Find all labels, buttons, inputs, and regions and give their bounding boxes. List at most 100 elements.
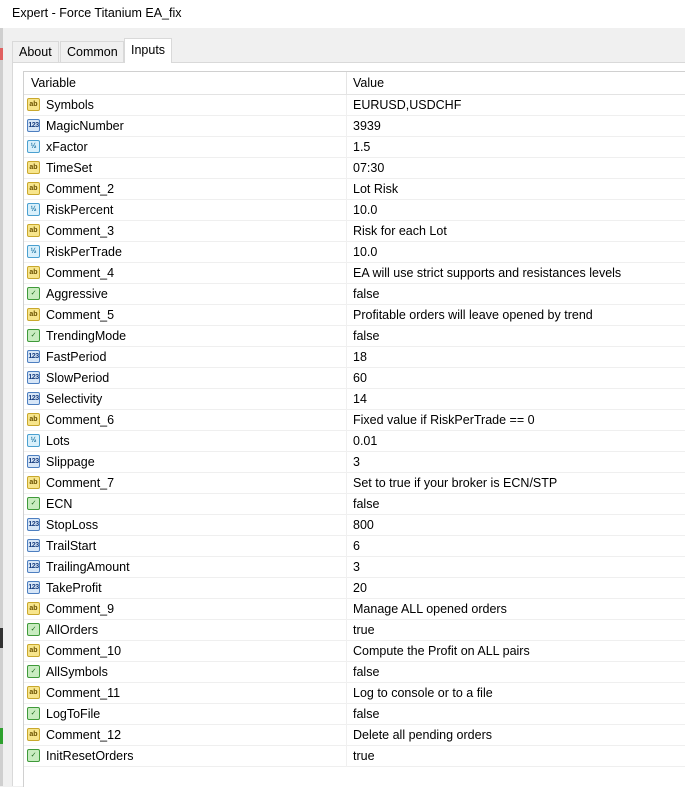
tab-inputs[interactable]: Inputs: [124, 38, 172, 63]
table-row[interactable]: ½ xFactor 1.5: [24, 137, 685, 158]
variable-value[interactable]: EURUSD,USDCHF: [353, 98, 461, 112]
table-row[interactable]: ½ RiskPerTrade 10.0: [24, 242, 685, 263]
table-row[interactable]: 123 StopLoss 800: [24, 515, 685, 536]
variable-value[interactable]: false: [353, 665, 379, 679]
variable-value[interactable]: Lot Risk: [353, 182, 398, 196]
variable-value[interactable]: Log to console or to a file: [353, 686, 493, 700]
edge-mark: [0, 728, 3, 744]
table-row[interactable]: ab Comment_10 Compute the Profit on ALL pa…: [24, 641, 685, 662]
table-row[interactable]: ✓ TrendingMode false: [24, 326, 685, 347]
tab-common[interactable]: Common: [60, 41, 124, 62]
cell-divider: [346, 263, 347, 284]
variable-value[interactable]: 07:30: [353, 161, 384, 175]
table-row[interactable]: ½ Lots 0.01: [24, 431, 685, 452]
variable-name: TrendingMode: [46, 329, 127, 343]
table-row[interactable]: ab Comment_11 Log to console or to a file: [24, 683, 685, 704]
cell-divider: [346, 116, 347, 137]
table-row[interactable]: ab Comment_9 Manage ALL opened orders: [24, 599, 685, 620]
cell-divider: [346, 326, 347, 347]
cell-divider: [346, 431, 347, 452]
variable-value[interactable]: 10.0: [353, 203, 377, 217]
table-row[interactable]: 123 MagicNumber 3939: [24, 116, 685, 137]
bool-type-icon: ✓: [27, 623, 40, 636]
table-row[interactable]: ab TimeSet 07:30: [24, 158, 685, 179]
variable-value[interactable]: 3939: [353, 119, 381, 133]
cell-divider: [346, 557, 347, 578]
table-row[interactable]: ✓ Aggressive false: [24, 284, 685, 305]
string-type-icon: ab: [27, 644, 40, 657]
table-row[interactable]: ½ RiskPercent 10.0: [24, 200, 685, 221]
variable-value[interactable]: 3: [353, 560, 360, 574]
table-row[interactable]: ✓ AllSymbols false: [24, 662, 685, 683]
cell-divider: [346, 221, 347, 242]
variable-value[interactable]: 800: [353, 518, 374, 532]
variable-value[interactable]: Manage ALL opened orders: [353, 602, 507, 616]
variable-name: Comment_2: [46, 182, 115, 196]
table-row[interactable]: 123 SlowPeriod 60: [24, 368, 685, 389]
table-row[interactable]: ab Comment_7 Set to true if your broker is…: [24, 473, 685, 494]
cell-divider: [346, 536, 347, 557]
table-row[interactable]: ✓ ECN false: [24, 494, 685, 515]
variable-name: Comment_12: [46, 728, 122, 742]
cell-divider: [346, 746, 347, 767]
table-row[interactable]: ab Comment_4 EA will use strict supports a…: [24, 263, 685, 284]
table-row[interactable]: ✓ InitResetOrders true: [24, 746, 685, 767]
header-variable[interactable]: Variable: [31, 76, 76, 90]
variable-value[interactable]: false: [353, 497, 379, 511]
table-row[interactable]: ✓ AllOrders true: [24, 620, 685, 641]
table-row[interactable]: ab Comment_6 Fixed value if RiskPerTrade =…: [24, 410, 685, 431]
string-type-icon: ab: [27, 161, 40, 174]
table-row[interactable]: 123 Slippage 3: [24, 452, 685, 473]
variable-name: Selectivity: [46, 392, 103, 406]
variable-name: Comment_3: [46, 224, 115, 238]
cell-divider: [346, 494, 347, 515]
variable-value[interactable]: EA will use strict supports and resistan…: [353, 266, 621, 280]
variable-value[interactable]: 3: [353, 455, 360, 469]
variable-value[interactable]: 20: [353, 581, 367, 595]
variable-value[interactable]: 60: [353, 371, 367, 385]
bool-type-icon: ✓: [27, 497, 40, 510]
table-row[interactable]: ab Comment_5 Profitable orders will leave …: [24, 305, 685, 326]
column-divider[interactable]: [346, 72, 347, 94]
variable-value[interactable]: Fixed value if RiskPerTrade == 0: [353, 413, 535, 427]
int-type-icon: 123: [27, 539, 40, 552]
variable-value[interactable]: false: [353, 287, 379, 301]
variable-value[interactable]: Set to true if your broker is ECN/STP: [353, 476, 557, 490]
grid-header: Variable Value: [24, 72, 685, 95]
window-title: Expert - Force Titanium EA_fix: [12, 6, 182, 20]
variable-value[interactable]: Profitable orders will leave opened by t…: [353, 308, 593, 322]
variable-value[interactable]: false: [353, 707, 379, 721]
int-type-icon: 123: [27, 371, 40, 384]
table-row[interactable]: 123 TrailingAmount 3: [24, 557, 685, 578]
variable-value[interactable]: 14: [353, 392, 367, 406]
variable-value[interactable]: Delete all pending orders: [353, 728, 492, 742]
variable-value[interactable]: Compute the Profit on ALL pairs: [353, 644, 530, 658]
variable-name: Comment_11: [46, 686, 121, 700]
variable-value[interactable]: 18: [353, 350, 367, 364]
variable-value[interactable]: true: [353, 623, 375, 637]
cell-divider: [346, 158, 347, 179]
table-row[interactable]: 123 TakeProfit 20: [24, 578, 685, 599]
cell-divider: [346, 662, 347, 683]
variable-value[interactable]: 10.0: [353, 245, 377, 259]
table-row[interactable]: ab Comment_12 Delete all pending orders: [24, 725, 685, 746]
tab-about[interactable]: About: [12, 41, 59, 62]
string-type-icon: ab: [27, 413, 40, 426]
table-row[interactable]: 123 TrailStart 6: [24, 536, 685, 557]
variable-value[interactable]: 0.01: [353, 434, 377, 448]
header-value[interactable]: Value: [353, 76, 384, 90]
table-row[interactable]: 123 FastPeriod 18: [24, 347, 685, 368]
variable-value[interactable]: 1.5: [353, 140, 370, 154]
table-row[interactable]: ab Comment_3 Risk for each Lot: [24, 221, 685, 242]
table-row[interactable]: 123 Selectivity 14: [24, 389, 685, 410]
variable-value[interactable]: Risk for each Lot: [353, 224, 447, 238]
variable-value[interactable]: true: [353, 749, 375, 763]
variable-value[interactable]: 6: [353, 539, 360, 553]
variable-name: Comment_7: [46, 476, 115, 490]
string-type-icon: ab: [27, 308, 40, 321]
table-row[interactable]: ✓ LogToFile false: [24, 704, 685, 725]
table-row[interactable]: ab Symbols EURUSD,USDCHF: [24, 95, 685, 116]
variable-value[interactable]: false: [353, 329, 379, 343]
cell-divider: [346, 179, 347, 200]
table-row[interactable]: ab Comment_2 Lot Risk: [24, 179, 685, 200]
